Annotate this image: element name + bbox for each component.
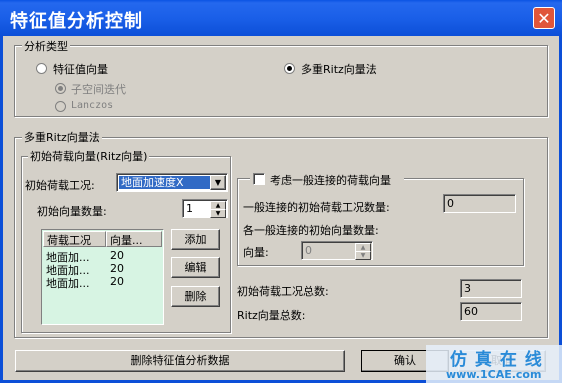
- radio-dot: [58, 86, 63, 91]
- general-vector-input[interactable]: 0 ▲ ▼: [301, 241, 373, 260]
- ritz-label: 多重Ritz向量法: [301, 63, 377, 76]
- row-load-case: 地面加...: [46, 277, 90, 290]
- vector-label: 向量:: [243, 246, 269, 259]
- eigen-vector-radio[interactable]: [36, 63, 47, 74]
- row-vector: 20: [110, 262, 124, 275]
- close-button[interactable]: ✕: [533, 7, 555, 29]
- total-ritz-value: 60: [464, 305, 478, 318]
- load-case-combo[interactable]: 地面加速度X ▼: [116, 173, 228, 192]
- watermark: 仿 真 在 线 www.1CAE.com: [426, 345, 562, 383]
- load-case-value: 地面加速度X: [119, 176, 210, 189]
- total-ritz-label: Ritz向量总数:: [237, 309, 306, 322]
- close-icon: ✕: [537, 9, 551, 28]
- general-vector-value: 0: [305, 244, 312, 257]
- spin-down-icon[interactable]: ▼: [210, 209, 226, 218]
- col-header-load-case[interactable]: 荷载工况: [43, 231, 106, 247]
- spin-down-icon[interactable]: ▼: [355, 251, 371, 260]
- row-vector: 20: [110, 249, 124, 262]
- lanczos-radio[interactable]: [55, 101, 66, 112]
- table-row[interactable]: 地面加...: [46, 275, 90, 291]
- subspace-label: 子空间迭代: [71, 83, 126, 96]
- watermark-line2: www.1CAE.com: [446, 368, 542, 381]
- total-cases-value: 3: [464, 282, 471, 295]
- dropdown-arrow-icon[interactable]: ▼: [210, 175, 226, 190]
- general-count-value: 0: [447, 197, 454, 210]
- each-link-label: 各一般连接的初始向量数量:: [243, 224, 379, 237]
- load-case-label: 初始荷载工况:: [25, 179, 95, 192]
- ritz-radio[interactable]: [284, 63, 295, 74]
- general-link-checkbox[interactable]: [253, 173, 265, 185]
- delete-eigen-data-button[interactable]: 删除特征值分析数据: [15, 350, 345, 372]
- analysis-type-label: 分析类型: [22, 38, 70, 54]
- ritz-group-label: 多重Ritz向量法: [22, 129, 102, 145]
- row-vector: 20: [110, 275, 124, 288]
- total-ritz-field: 60: [460, 302, 522, 321]
- vector-count-label: 初始向量数量:: [37, 205, 107, 218]
- vector-count-input[interactable]: 1 ▲ ▼: [182, 199, 228, 218]
- edit-button[interactable]: 编辑: [171, 257, 220, 278]
- load-case-list[interactable]: 荷载工况 向量... 地面加... 20 地面加... 20 地面加... 20: [41, 229, 164, 325]
- initial-load-group-label: 初始荷载向量(Ritz向量): [28, 148, 150, 164]
- general-link-checkbox-label: 考虑一般连接的荷载向量: [270, 174, 391, 187]
- general-count-field: 0: [443, 194, 516, 213]
- window-title: 特征值分析控制: [10, 11, 143, 32]
- radio-dot: [287, 66, 292, 71]
- vector-count-value: 1: [186, 202, 193, 215]
- subspace-radio[interactable]: [55, 83, 66, 94]
- watermark-line1: 仿 真 在 线: [450, 350, 543, 370]
- lanczos-label: Lanczos: [71, 100, 114, 111]
- delete-button[interactable]: 删除: [171, 286, 220, 307]
- total-cases-field: 3: [460, 279, 522, 298]
- add-button[interactable]: 添加: [171, 229, 220, 250]
- eigen-vector-label: 特征值向量: [53, 63, 108, 76]
- general-count-label: 一般连接的初始荷载工况数量:: [243, 201, 390, 214]
- col-header-vector[interactable]: 向量...: [106, 231, 162, 247]
- total-cases-label: 初始荷载工况总数:: [237, 285, 329, 298]
